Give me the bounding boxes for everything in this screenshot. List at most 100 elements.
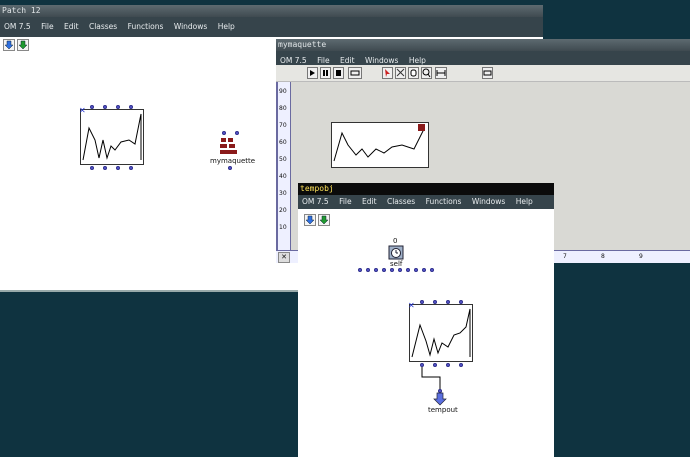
- menu-functions[interactable]: Functions: [426, 197, 462, 206]
- menu-om[interactable]: OM 7.5: [280, 56, 307, 65]
- stop-icon: [336, 70, 341, 76]
- hand-tool-button[interactable]: [408, 67, 419, 79]
- temporal-box-curve: [333, 124, 425, 162]
- patch12-titlebar[interactable]: Patch 12: [0, 5, 543, 17]
- inlet[interactable]: [459, 300, 463, 304]
- outlet[interactable]: [358, 268, 362, 272]
- hand-icon: [410, 69, 417, 77]
- y-tick: 60: [279, 139, 287, 146]
- menu-windows[interactable]: Windows: [174, 22, 207, 31]
- y-ruler: 90 80 70 60 50 40 30 20 10: [276, 82, 291, 251]
- bpf-box[interactable]: [409, 304, 473, 362]
- outlet[interactable]: [103, 166, 107, 170]
- clock-icon[interactable]: [388, 245, 404, 260]
- eval-icon: [483, 70, 492, 76]
- fit-button[interactable]: [435, 67, 447, 79]
- menu-file[interactable]: File: [41, 22, 54, 31]
- pause-button[interactable]: [320, 67, 331, 79]
- tempobj-canvas[interactable]: 0 self ✕ tempout: [298, 209, 554, 457]
- cursor-icon: [385, 69, 390, 77]
- play-button[interactable]: [307, 67, 318, 79]
- outlet[interactable]: [90, 166, 94, 170]
- bpf-box[interactable]: [80, 109, 144, 165]
- outlet[interactable]: [228, 166, 232, 170]
- maquette-toolbar: [276, 65, 690, 82]
- bpf-curve: [82, 113, 142, 161]
- menu-om[interactable]: OM 7.5: [4, 22, 31, 31]
- stop-button[interactable]: [333, 67, 344, 79]
- inputs-button[interactable]: [3, 39, 15, 51]
- x-tick: 9: [639, 253, 643, 260]
- inlet[interactable]: [90, 105, 94, 109]
- outlet[interactable]: [366, 268, 370, 272]
- outlet[interactable]: [398, 268, 402, 272]
- select-tool-button[interactable]: [382, 67, 393, 79]
- y-tick: 70: [279, 122, 287, 129]
- zoom-tool-button[interactable]: [421, 67, 432, 79]
- inlet[interactable]: [420, 300, 424, 304]
- loop-icon: [350, 70, 360, 76]
- menu-help[interactable]: Help: [516, 197, 533, 206]
- eval-button[interactable]: [482, 67, 493, 79]
- zoom-icon: [422, 68, 431, 78]
- outlet[interactable]: [422, 268, 426, 272]
- outlet[interactable]: [414, 268, 418, 272]
- maquette-label: mymaquette: [210, 157, 256, 165]
- resize-tool-button[interactable]: [395, 67, 406, 79]
- inlet[interactable]: [222, 131, 226, 135]
- maquette-icon[interactable]: [219, 137, 239, 155]
- menu-om[interactable]: OM 7.5: [302, 197, 329, 206]
- close-x-icon[interactable]: ✕: [79, 106, 86, 115]
- outlet[interactable]: [459, 363, 463, 367]
- menu-classes[interactable]: Classes: [89, 22, 117, 31]
- inlet[interactable]: [235, 131, 239, 135]
- outlet[interactable]: [430, 268, 434, 272]
- outlet[interactable]: [382, 268, 386, 272]
- outlet[interactable]: [374, 268, 378, 272]
- corner-button[interactable]: ✕: [278, 252, 290, 263]
- menu-windows[interactable]: Windows: [472, 197, 505, 206]
- inlet[interactable]: [129, 105, 133, 109]
- inlet[interactable]: [103, 105, 107, 109]
- maquette-titlebar[interactable]: mymaquette: [276, 39, 690, 51]
- inlet[interactable]: [446, 300, 450, 304]
- outputs-button[interactable]: [318, 214, 330, 226]
- outlet[interactable]: [390, 268, 394, 272]
- menu-functions[interactable]: Functions: [128, 22, 164, 31]
- menu-help[interactable]: Help: [409, 56, 426, 65]
- menu-windows[interactable]: Windows: [365, 56, 398, 65]
- outlet[interactable]: [129, 166, 133, 170]
- menu-file[interactable]: File: [339, 197, 352, 206]
- y-tick: 90: [279, 88, 287, 95]
- self-value: 0: [393, 237, 398, 245]
- outlet[interactable]: [406, 268, 410, 272]
- inlet[interactable]: [433, 300, 437, 304]
- down-arrow-blue-icon: [4, 40, 14, 50]
- y-tick: 30: [279, 190, 287, 197]
- tempobj-title: tempobj: [300, 184, 334, 193]
- play-icon: [310, 70, 315, 76]
- menu-edit[interactable]: Edit: [340, 56, 355, 65]
- tempobj-titlebar[interactable]: tempobj: [298, 183, 554, 195]
- maquette-title: mymaquette: [278, 40, 327, 49]
- outputs-button[interactable]: [17, 39, 29, 51]
- x-tick: 8: [601, 253, 605, 260]
- connection-line[interactable]: [418, 365, 448, 395]
- menu-file[interactable]: File: [317, 56, 330, 65]
- menu-classes[interactable]: Classes: [387, 197, 415, 206]
- tempout-arrow-icon[interactable]: [433, 392, 447, 406]
- inputs-button[interactable]: [304, 214, 316, 226]
- menu-help[interactable]: Help: [218, 22, 235, 31]
- close-x-icon[interactable]: ✕: [408, 301, 415, 310]
- resize-icon: [396, 68, 405, 77]
- menu-edit[interactable]: Edit: [362, 197, 377, 206]
- menu-edit[interactable]: Edit: [64, 22, 79, 31]
- down-arrow-green-icon: [319, 215, 329, 225]
- loop-button[interactable]: [348, 67, 362, 79]
- self-label: self: [390, 260, 403, 268]
- y-tick: 40: [279, 173, 287, 180]
- temporal-box[interactable]: [331, 122, 429, 168]
- outlet[interactable]: [116, 166, 120, 170]
- bpf-curve: [411, 308, 471, 358]
- inlet[interactable]: [116, 105, 120, 109]
